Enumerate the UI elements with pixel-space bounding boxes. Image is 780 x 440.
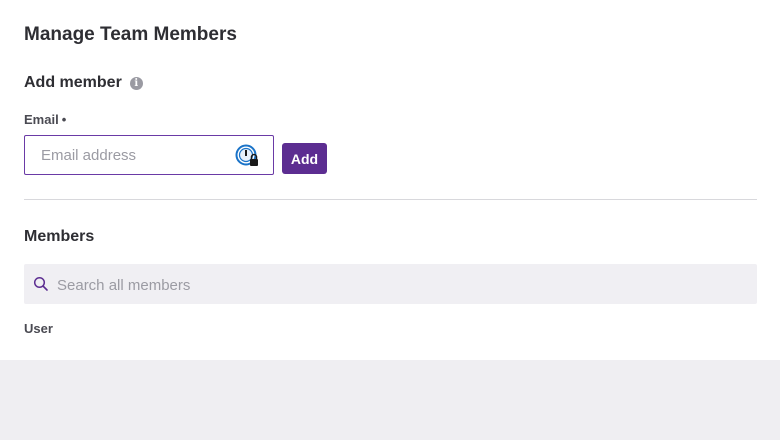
page-title: Manage Team Members — [24, 24, 237, 45]
add-member-button[interactable]: Add — [282, 143, 327, 174]
members-title: Members — [24, 228, 95, 245]
search-icon — [33, 276, 48, 291]
column-header-user[interactable]: User — [24, 321, 53, 336]
info-icon[interactable]: i — [129, 76, 143, 90]
section-divider — [24, 199, 757, 200]
member-search-wrapper — [24, 264, 757, 306]
email-field-wrapper — [24, 135, 274, 175]
password-manager-lock-icon[interactable] — [235, 144, 259, 168]
add-member-title: Add member — [24, 74, 122, 91]
search-input[interactable] — [55, 264, 749, 306]
email-field[interactable] — [25, 136, 241, 174]
add-member-header: Add member i — [24, 74, 143, 92]
manage-team-panel: Manage Team Members Add member i Email • … — [0, 0, 780, 360]
required-marker: • — [61, 112, 67, 127]
email-label: Email • — [24, 112, 66, 127]
email-label-text: Email — [24, 112, 59, 127]
